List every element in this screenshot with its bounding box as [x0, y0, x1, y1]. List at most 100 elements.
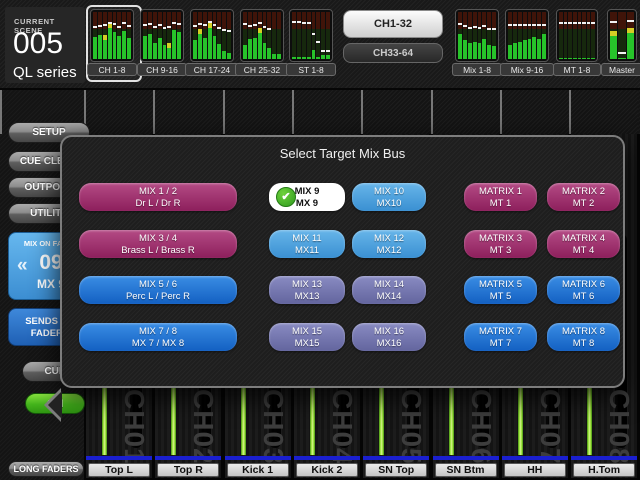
- meter-block-label: MT 1-8: [553, 63, 601, 76]
- meter-level: [627, 33, 634, 59]
- mix-bus-button-matrix-7[interactable]: MATRIX 7MT 7: [464, 323, 537, 351]
- fader-position-mark: [587, 22, 591, 24]
- meter-bar: [610, 12, 617, 59]
- mix-bus-button-matrix-3[interactable]: MATRIX 3MT 3: [464, 230, 537, 258]
- meter-bar: [193, 12, 197, 59]
- meter-block-master[interactable]: [607, 9, 637, 62]
- mix-bus-button-mix-14[interactable]: MIX 14MX14: [352, 276, 426, 304]
- meter-bar: [468, 12, 472, 59]
- channel-color-bar: [363, 456, 429, 460]
- meter-level: [578, 58, 582, 59]
- mix-bus-button-matrix-4[interactable]: MATRIX 4MT 4: [547, 230, 620, 258]
- mix-bus-button-matrix-6[interactable]: MATRIX 6MT 6: [547, 276, 620, 304]
- layer-button-ch1-32[interactable]: CH1-32: [343, 10, 443, 38]
- meter-bar: [316, 12, 320, 59]
- meter-block-mix-9-16[interactable]: [505, 9, 549, 62]
- mix-bus-button-line1: MIX 13: [269, 279, 345, 291]
- fader-position-mark: [312, 33, 316, 35]
- mix-bus-button-line2: MX10: [352, 198, 426, 210]
- channel-cell-ch04: [292, 90, 361, 134]
- meter-level: [148, 34, 152, 59]
- mix-bus-button-line2: MT 4: [547, 245, 620, 257]
- long-faders-button[interactable]: LONG FADERS: [8, 461, 84, 477]
- mix-bus-button-line1: MIX 7 / 8: [79, 326, 237, 338]
- fader-position-mark: [297, 21, 301, 23]
- meter-bar: [542, 12, 546, 59]
- meter-block-ch-17-24[interactable]: [190, 9, 234, 62]
- console-series-label: QL series: [13, 64, 77, 81]
- meter-level: [468, 43, 472, 59]
- mix-bus-button-mix-1-2[interactable]: MIX 1 / 2Dr L / Dr R: [79, 183, 237, 211]
- meter-level: [117, 36, 121, 59]
- meter-block-mix-1-8[interactable]: [455, 9, 499, 62]
- channel-name-label[interactable]: Kick 2: [296, 463, 358, 477]
- fader-position-mark: [478, 27, 482, 29]
- fader-position-mark: [568, 22, 572, 24]
- meter-level: [523, 40, 527, 59]
- meter-level: [532, 37, 536, 59]
- current-scene-panel[interactable]: CURRENT SCENE 005 QL series: [5, 7, 85, 83]
- mix-bus-button-matrix-2[interactable]: MATRIX 2MT 2: [547, 183, 620, 211]
- mix-bus-button-mix-7-8[interactable]: MIX 7 / 8MX 7 / MX 8: [79, 323, 237, 351]
- fader-position-mark: [153, 26, 157, 28]
- fader-position-mark: [158, 24, 162, 26]
- mix-bus-button-matrix-5[interactable]: MATRIX 5MT 5: [464, 276, 537, 304]
- meter-bar: [108, 12, 112, 59]
- mix-bus-button-mix-13[interactable]: MIX 13MX13: [269, 276, 345, 304]
- meter-bar: [117, 12, 121, 59]
- channel-name-label[interactable]: Kick 1: [227, 463, 289, 477]
- mix-bus-button-line2: MX11: [269, 245, 345, 257]
- channel-name-label[interactable]: HH: [504, 463, 566, 477]
- channel-name-label[interactable]: Top L: [88, 463, 150, 477]
- meter-bar: [148, 12, 152, 59]
- channel-name-label[interactable]: Top R: [157, 463, 219, 477]
- meter-level: [113, 32, 117, 59]
- meter-bar: [307, 12, 311, 59]
- meter-block-mt-1-8[interactable]: [556, 9, 598, 62]
- mix-bus-button-mix-12[interactable]: MIX 12MX12: [352, 230, 426, 258]
- fader-position-mark: [117, 26, 121, 28]
- channel-name-label[interactable]: SN Top: [365, 463, 427, 477]
- mix-bus-button-line2: MX15: [269, 338, 345, 350]
- meter-level: [122, 31, 126, 59]
- meter-level: [198, 34, 202, 59]
- meter-bar: [267, 12, 271, 59]
- meter-level: [542, 34, 546, 59]
- channel-color-bar: [433, 456, 499, 460]
- mix-bus-button-mix-15[interactable]: MIX 15MX15: [269, 323, 345, 351]
- meter-bar: [582, 12, 586, 59]
- meter-block-st-1-8[interactable]: [289, 9, 333, 62]
- mix-bus-button-line1: MATRIX 5: [464, 279, 537, 291]
- meter-bar: [93, 12, 97, 59]
- mix-bus-button-mix-5-6[interactable]: MIX 5 / 6Perc L / Perc R: [79, 276, 237, 304]
- fader-position-mark: [487, 28, 491, 30]
- meter-level: [326, 55, 330, 59]
- channel-name-label[interactable]: SN Btm: [435, 463, 497, 477]
- mix-bus-button-line2: MX 7 / MX 8: [79, 338, 237, 350]
- meter-block-ch-1-8[interactable]: [90, 9, 134, 62]
- fader-position-mark: [258, 22, 262, 24]
- channel-name-label[interactable]: H.Tom: [573, 463, 635, 477]
- mix-bus-button-mix-9[interactable]: ✔MIX 9MX 9: [269, 183, 345, 211]
- mix-bus-button-mix-3-4[interactable]: MIX 3 / 4Brass L / Brass R: [79, 230, 237, 258]
- fader-position-mark: [193, 25, 197, 27]
- mix-bus-button-line2: MT 3: [464, 245, 537, 257]
- meter-bar: [167, 12, 171, 59]
- layer-button-ch33-64[interactable]: CH33-64: [343, 43, 443, 63]
- meter-bar: [478, 12, 482, 59]
- mix-bus-button-mix-10[interactable]: MIX 10MX10: [352, 183, 426, 211]
- mix-bus-button-mix-16[interactable]: MIX 16MX16: [352, 323, 426, 351]
- meter-block-ch-9-16[interactable]: [140, 9, 184, 62]
- meter-level: [263, 43, 267, 59]
- meter-level: [321, 55, 325, 59]
- meter-bar: [263, 12, 267, 59]
- fader-position-mark: [559, 22, 563, 24]
- meter-level: [302, 57, 306, 59]
- meter-block-ch-25-32[interactable]: [240, 9, 284, 62]
- meter-level: [163, 45, 167, 59]
- meter-level: [227, 53, 231, 59]
- mix-bus-button-mix-11[interactable]: MIX 11MX11: [269, 230, 345, 258]
- mix-bus-button-matrix-8[interactable]: MATRIX 8MT 8: [547, 323, 620, 351]
- meter-block-label: ST 1-8: [286, 63, 336, 76]
- mix-bus-button-matrix-1[interactable]: MATRIX 1MT 1: [464, 183, 537, 211]
